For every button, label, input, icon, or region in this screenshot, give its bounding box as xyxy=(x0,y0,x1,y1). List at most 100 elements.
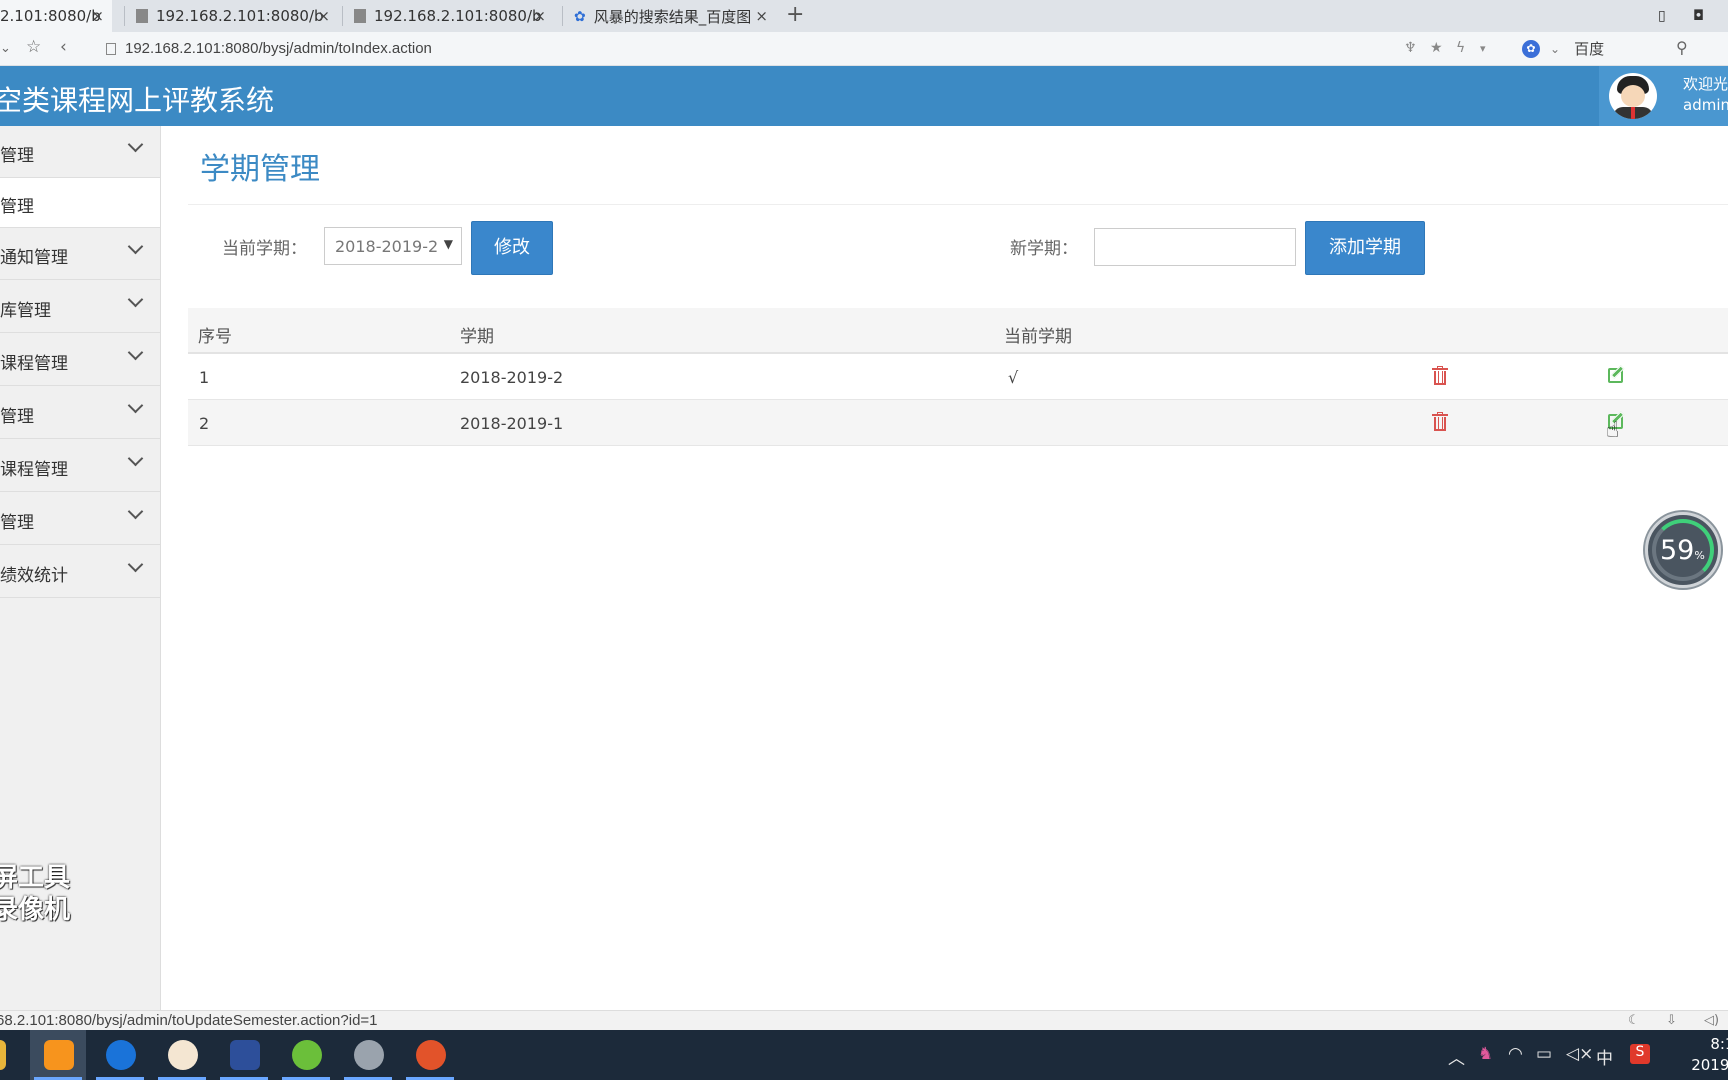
delete-icon[interactable] xyxy=(1432,366,1448,386)
tab-label: 风暴的搜索结果_百度图 xyxy=(593,7,752,26)
tab-divider xyxy=(342,6,343,26)
username-label: admin xyxy=(1683,96,1728,114)
chevron-down-icon[interactable]: ▾ xyxy=(1480,42,1486,55)
battery-icon[interactable]: ▭ xyxy=(1536,1044,1552,1064)
gear-icon xyxy=(354,1040,384,1070)
table-row: 1 2018-2019-2 √ xyxy=(188,354,1728,400)
sidebar-item-course[interactable]: 课程管理 xyxy=(0,334,160,386)
speaker-icon[interactable]: ◁) xyxy=(1704,1013,1719,1028)
browser-tab[interactable]: 192.168.2.101:8080/b × xyxy=(344,0,554,32)
search-engine-selector[interactable]: ✿ ⌄ 百度 xyxy=(1522,38,1604,59)
welcome-text: 欢迎光 admin xyxy=(1683,74,1728,116)
new-tab-button[interactable]: + xyxy=(786,2,804,27)
restore-icon[interactable]: ▯ xyxy=(1658,8,1666,24)
chevron-down-icon xyxy=(128,400,142,414)
edit-icon[interactable] xyxy=(1608,364,1628,384)
wifi-icon[interactable]: ◠ xyxy=(1508,1044,1523,1064)
browser-tab[interactable]: 192.168.2.101:8080/b × xyxy=(126,0,338,32)
back-icon[interactable]: ‹ xyxy=(60,37,67,57)
leaf-icon xyxy=(292,1040,322,1070)
chevron-down-icon[interactable]: ⌄ xyxy=(0,41,11,56)
close-icon[interactable]: × xyxy=(317,7,330,25)
sidebar-item-management[interactable]: 管理 xyxy=(0,387,160,439)
bookmark-star-icon[interactable]: ★ xyxy=(1430,40,1443,56)
sidebar-item-statistics[interactable]: 绩效统计 xyxy=(0,546,160,598)
sidebar-item-label: 管理 xyxy=(0,513,34,533)
tab-label: 192.168.2.101:8080/b xyxy=(156,7,324,25)
page-icon xyxy=(354,9,366,23)
close-icon[interactable]: × xyxy=(91,7,104,25)
sidebar-item-semester-group[interactable]: 管理 xyxy=(0,126,160,178)
status-url: 68.2.101:8080/bysj/admin/toUpdateSemeste… xyxy=(0,1012,378,1029)
browser-address-bar: ⌄ ☆ ‹ 192.168.2.101:8080/bysj/admin/toIn… xyxy=(0,32,1728,66)
cell-semester: 2018-2019-1 xyxy=(460,414,564,433)
ime-indicator[interactable]: 中 xyxy=(1596,1044,1613,1069)
taskbar-recorder[interactable] xyxy=(402,1030,458,1080)
speed-value: 59% xyxy=(1660,535,1705,566)
close-icon[interactable]: × xyxy=(755,7,768,25)
baidu-paw-icon: ✿ xyxy=(1522,39,1540,58)
user-panel[interactable]: 欢迎光 admin xyxy=(1599,66,1728,126)
hand-cursor-icon: ☝ xyxy=(1606,418,1620,443)
search-icon[interactable]: ⚲ xyxy=(1676,38,1688,57)
cell-semester: 2018-2019-2 xyxy=(460,368,564,387)
sidebar-item-notice[interactable]: 通知管理 xyxy=(0,228,160,280)
page-icon xyxy=(136,9,148,23)
chevron-up-icon[interactable]: ︿ xyxy=(1448,1044,1465,1069)
system-clock[interactable]: 8:10 2019/7 xyxy=(1664,1034,1728,1076)
download-icon[interactable]: ⇩ xyxy=(1666,1013,1677,1028)
column-header-index: 序号 xyxy=(198,327,232,347)
browser-tab-active[interactable]: 2.101:8080/b × xyxy=(0,0,112,32)
taskbar-app-avatar[interactable] xyxy=(154,1030,210,1080)
app-header: 空类课程网上评教系统 xyxy=(0,66,1728,126)
sidebar-item-label: 绩效统计 xyxy=(0,566,68,586)
taskbar-eclipse[interactable] xyxy=(216,1030,272,1080)
mute-icon[interactable]: ◁× xyxy=(1566,1044,1593,1064)
sidebar-item-label: 课程管理 xyxy=(0,354,68,374)
delete-icon[interactable] xyxy=(1432,412,1448,432)
chevron-down-icon xyxy=(128,559,142,573)
cell-index: 1 xyxy=(199,368,210,387)
folder-icon xyxy=(0,1040,6,1070)
new-semester-input[interactable] xyxy=(1094,228,1296,266)
current-semester-label: 当前学期： xyxy=(222,239,307,259)
page-icon xyxy=(106,42,116,55)
user-icon[interactable]: ◘ xyxy=(1693,8,1704,24)
star-icon[interactable]: ☆ xyxy=(26,37,41,57)
sidebar-item-label: 管理 xyxy=(0,146,34,166)
add-semester-button[interactable]: 添加学期 xyxy=(1305,221,1425,275)
modify-button[interactable]: 修改 xyxy=(471,221,553,275)
sidebar-item-management-2[interactable]: 管理 xyxy=(0,493,160,545)
sogou-icon[interactable]: S xyxy=(1630,1044,1650,1064)
moon-icon[interactable]: ☾ xyxy=(1628,1013,1640,1028)
divider xyxy=(188,204,1728,205)
browser-tab[interactable]: ✿ 风暴的搜索结果_百度图 × xyxy=(564,0,776,32)
new-semester-label: 新学期： xyxy=(1010,239,1078,259)
sidebar-item-course-2[interactable]: 课程管理 xyxy=(0,440,160,492)
network-speed-widget[interactable]: 59% xyxy=(1645,512,1721,588)
taskbar-folder[interactable] xyxy=(0,1030,10,1080)
tab-divider xyxy=(562,6,563,26)
key-icon[interactable]: ♆ xyxy=(1404,40,1417,56)
close-icon[interactable]: × xyxy=(533,7,546,25)
table-row: 2 2018-2019-1 xyxy=(188,400,1728,446)
current-semester-select[interactable]: 2018-2019-2 ▼ xyxy=(324,227,462,265)
taskbar-leaf[interactable] xyxy=(278,1030,334,1080)
tab-label: 192.168.2.101:8080/b xyxy=(374,7,542,25)
select-value: 2018-2019-2 xyxy=(335,237,439,256)
flash-icon[interactable]: ϟ xyxy=(1456,40,1465,56)
os-taskbar: ︿ ♞ ◠ ▭ ◁× 中 S 8:10 2019/7 xyxy=(0,1030,1728,1080)
column-header-current: 当前学期 xyxy=(1004,327,1072,347)
avatar xyxy=(1609,73,1657,119)
taskbar-teamviewer[interactable] xyxy=(92,1030,148,1080)
sidebar-item-library[interactable]: 库管理 xyxy=(0,281,160,333)
tray-app-icon[interactable]: ♞ xyxy=(1478,1044,1493,1064)
taskbar-browser[interactable] xyxy=(30,1030,86,1080)
url-field[interactable]: 192.168.2.101:8080/bysj/admin/toIndex.ac… xyxy=(106,40,432,57)
chevron-down-icon xyxy=(128,294,142,308)
sidebar-item-label: 库管理 xyxy=(0,301,51,321)
cell-current: √ xyxy=(1008,368,1019,387)
ide-icon xyxy=(230,1040,260,1070)
sidebar-subitem-semester[interactable]: 管理 xyxy=(0,178,160,228)
taskbar-settings[interactable] xyxy=(340,1030,396,1080)
